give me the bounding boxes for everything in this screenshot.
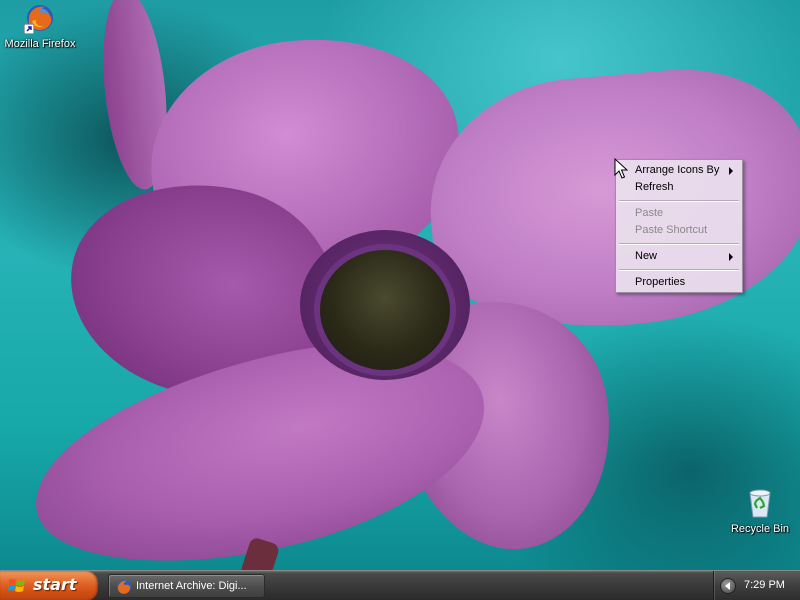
menu-separator <box>618 265 740 274</box>
shortcut-arrow-icon <box>24 24 34 34</box>
taskbar-button-label: Internet Archive: Digi... <box>136 580 247 592</box>
menu-item-refresh[interactable]: Refresh <box>618 179 740 196</box>
desktop-icon-label: Recycle Bin <box>730 523 790 535</box>
desktop-icon-recycle-bin[interactable]: Recycle Bin <box>720 487 800 535</box>
firefox-icon <box>24 2 56 34</box>
recycle-bin-icon <box>744 487 776 519</box>
menu-item-arrange-icons-by[interactable]: Arrange Icons By <box>618 162 740 179</box>
wallpaper-flower-eye <box>320 250 450 370</box>
notification-area: 7:29 PM <box>713 571 800 600</box>
menu-item-new[interactable]: New <box>618 248 740 265</box>
menu-item-label: Arrange Icons By <box>635 164 720 176</box>
menu-item-label: Paste Shortcut <box>635 224 708 236</box>
menu-item-label: Refresh <box>635 181 674 193</box>
taskbar: start Internet Archive: Digi... 7:29 PM <box>0 570 800 600</box>
menu-item-label: Paste <box>635 207 664 219</box>
start-button[interactable]: start <box>0 571 98 600</box>
menu-item-properties[interactable]: Properties <box>618 274 740 291</box>
menu-item-paste[interactable]: Paste <box>618 205 740 222</box>
menu-item-paste-shortcut[interactable]: Paste Shortcut <box>618 222 740 239</box>
menu-separator <box>618 196 740 205</box>
mouse-pointer-icon <box>614 158 628 179</box>
submenu-arrow-icon <box>729 253 733 261</box>
start-button-label: start <box>33 575 77 594</box>
desktop-context-menu: Arrange Icons By Refresh Paste Paste Sho… <box>615 159 743 293</box>
taskbar-button-firefox[interactable]: Internet Archive: Digi... <box>108 574 265 598</box>
show-hidden-icons-button[interactable] <box>720 578 736 594</box>
menu-item-label: Properties <box>635 276 686 288</box>
firefox-icon <box>117 580 131 594</box>
desktop-icon-label: Mozilla Firefox <box>4 38 76 50</box>
taskbar-clock[interactable]: 7:29 PM <box>744 579 785 591</box>
submenu-arrow-icon <box>729 167 733 175</box>
menu-separator <box>618 239 740 248</box>
menu-item-label: New <box>635 250 658 262</box>
windows-logo-icon <box>8 579 25 592</box>
desktop-icon-firefox[interactable]: Mozilla Firefox <box>0 2 80 50</box>
